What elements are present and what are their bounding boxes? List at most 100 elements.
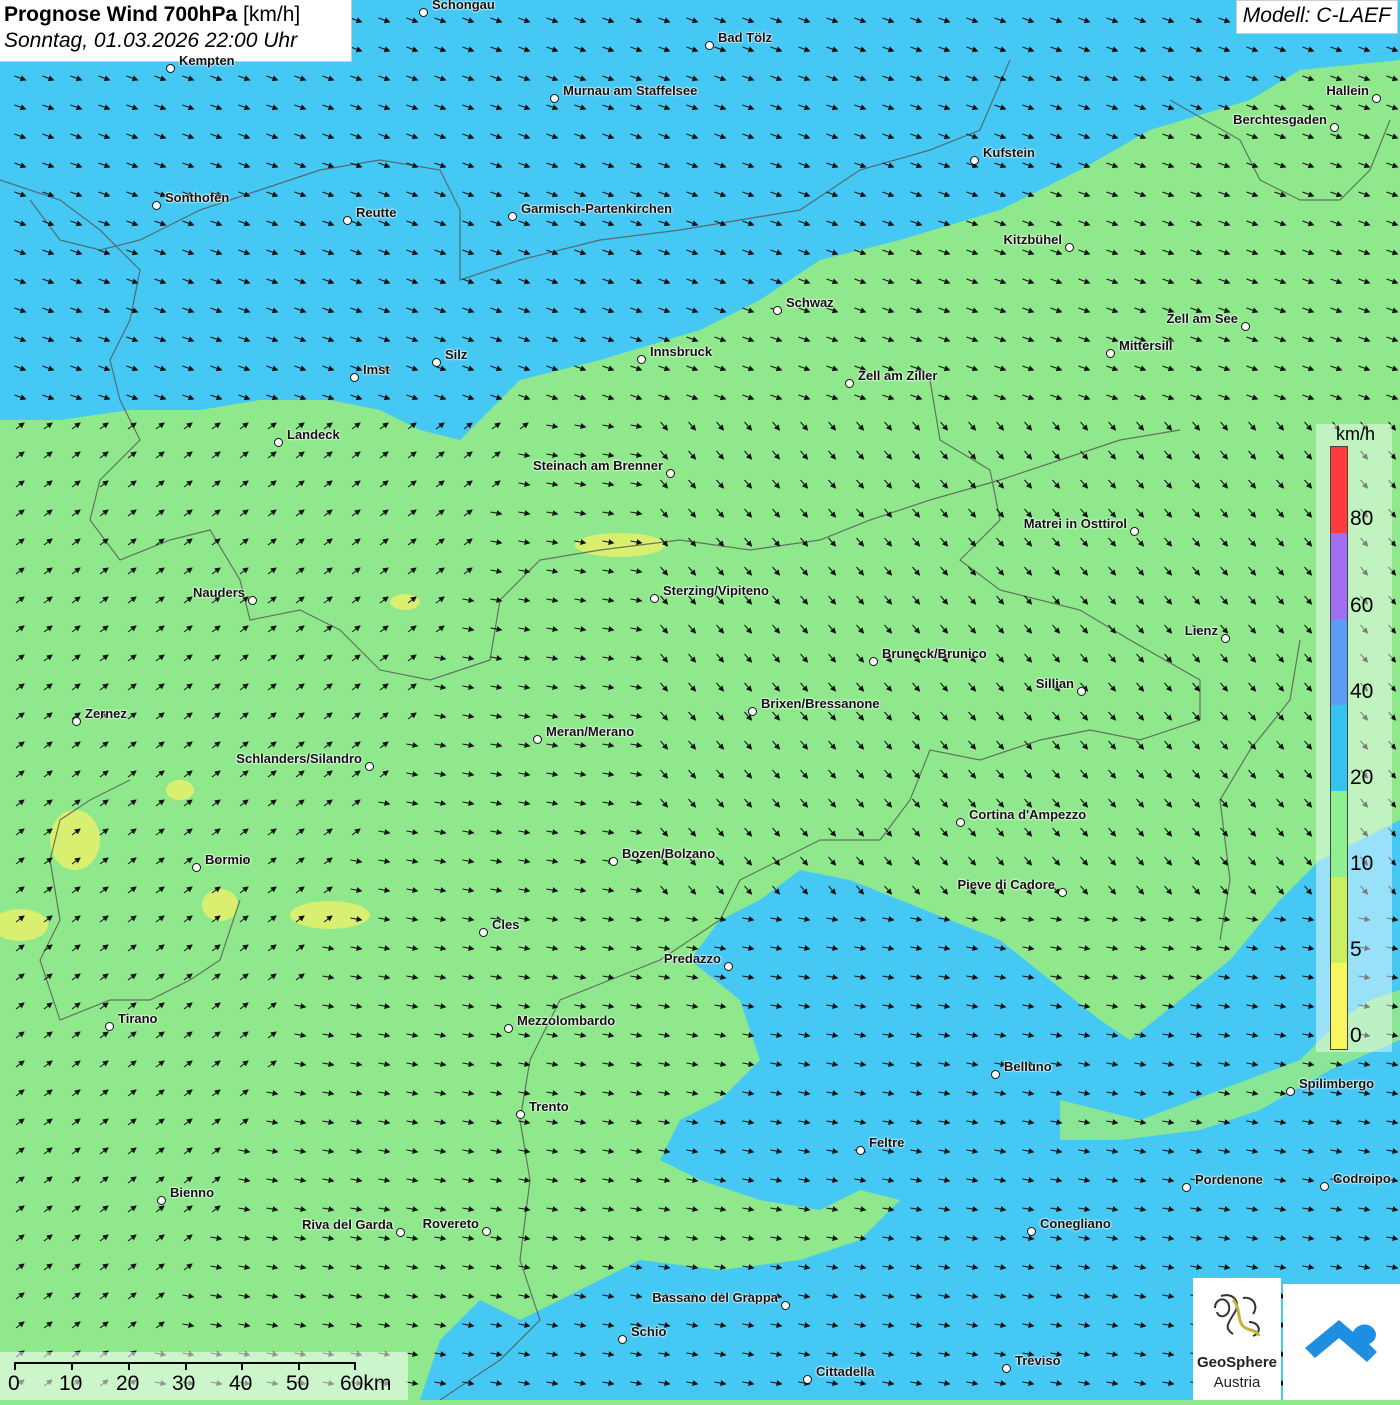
legend-tick-0: 0 [1350,1024,1362,1047]
city-label: Cles [492,917,520,932]
city-marker [508,212,517,221]
city-marker [432,358,441,367]
city-marker [803,1375,812,1384]
city-marker [705,41,714,50]
city-label: Schlanders/Silandro [236,751,362,766]
city-label: Schwaz [786,295,834,310]
city-marker [1058,888,1067,897]
cloud-arrow-icon [1305,1320,1377,1362]
legend-tick-40: 40 [1350,680,1374,703]
legend-tick-80: 80 [1350,507,1374,530]
city-marker [274,438,283,447]
geosphere-emblem-icon [1214,1294,1261,1337]
city-label: Hallein [1326,83,1369,98]
city-marker [991,1070,1000,1079]
city-label: Pieve di Cadore [957,877,1055,892]
city-label: Schio [631,1324,667,1339]
city-label: Garmisch-Partenkirchen [521,201,673,216]
city-label: Codroipo [1333,1171,1391,1186]
city-label: Zell am See [1166,311,1238,326]
city-marker [618,1335,627,1344]
city-marker [637,355,646,364]
city-label: Landeck [287,427,340,442]
app-logo[interactable] [1283,1284,1400,1400]
city-marker [105,1022,114,1031]
city-label: Riva del Garda [301,1217,393,1232]
legend-seg-yellow [1331,963,1347,1049]
scale-bar: 0 10 20 30 40 50 60km [0,1352,408,1400]
city-marker [869,657,878,666]
city-marker [166,64,175,73]
city-label: Treviso [1015,1353,1061,1368]
legend-seg-lime [1331,877,1347,963]
city-label: Bassano del Grappa [652,1290,778,1305]
city-marker [1027,1227,1036,1236]
title-unit: [km/h] [243,3,301,26]
wind-zone-yellow-3 [50,810,100,870]
city-label: Mezzolombardo [517,1013,616,1028]
forecast-datetime: Sonntag, 01.03.2026 22:00 Uhr [4,29,298,52]
city-label: Cittadella [816,1364,875,1379]
city-label: Reutte [356,205,397,220]
city-marker [1182,1183,1191,1192]
city-marker [650,594,659,603]
city-label: Kempten [179,53,235,68]
city-label: Bozen/Bolzano [622,846,716,861]
city-marker [533,735,542,744]
city-marker [609,857,618,866]
wind-zone-yellow-5 [290,901,370,929]
city-label: Bormio [205,852,251,867]
map-title: Prognose Wind 700hPa [km/h] [4,3,351,27]
city-marker [1065,243,1074,252]
city-label: Innsbruck [650,344,713,359]
city-marker [550,94,559,103]
city-marker [157,1196,166,1205]
city-marker [773,306,782,315]
scale-label: 40 [229,1372,253,1395]
scale-label: 0 [8,1372,20,1395]
city-label: Cortina d'Ampezzo [969,807,1087,822]
legend-seg-red [1331,447,1347,533]
city-marker [152,201,161,210]
wind-zone-yellow-1 [575,533,665,557]
city-marker [248,596,257,605]
city-marker [956,818,965,827]
scale-label: 20 [116,1372,140,1395]
city-marker [970,156,979,165]
city-marker [482,1227,491,1236]
city-label: Sillian [1035,676,1074,691]
scale-tick [128,1362,130,1370]
city-label: Lienz [1184,623,1218,638]
scale-label: 10 [59,1372,83,1395]
city-marker [504,1024,513,1033]
city-marker [343,216,352,225]
legend-seg-purple [1331,533,1347,619]
city-marker [1106,349,1115,358]
city-label: Berchtesgaden [1233,112,1327,127]
wind-zone-yellow-7 [166,780,194,800]
city-label: Feltre [869,1135,905,1150]
city-label: Sterzing/Vipiteno [663,583,769,598]
city-marker [419,8,428,17]
city-label: Imst [363,362,390,377]
city-marker [1221,634,1230,643]
city-marker [748,707,757,716]
city-marker [365,762,374,771]
brand-name: GeoSphere [1196,1354,1278,1371]
city-label: Meran/Merano [546,724,635,739]
geosphere-logo[interactable]: GeoSphere Austria [1193,1278,1281,1400]
model-label: Modell: C-LAEF [1235,0,1398,34]
city-label: Bad Tölz [718,30,773,45]
city-marker [350,373,359,382]
wind-zone-yellow-2 [390,594,420,610]
city-marker [781,1301,790,1310]
city-marker [479,928,488,937]
city-marker [1002,1364,1011,1373]
scale-label: 60km [340,1372,392,1395]
city-label: Steinach am Brenner [532,458,663,473]
scale-tick [71,1362,73,1370]
city-label: Kufstein [983,145,1035,160]
city-marker [516,1110,525,1119]
city-marker [396,1228,405,1237]
scale-tick [185,1362,187,1370]
